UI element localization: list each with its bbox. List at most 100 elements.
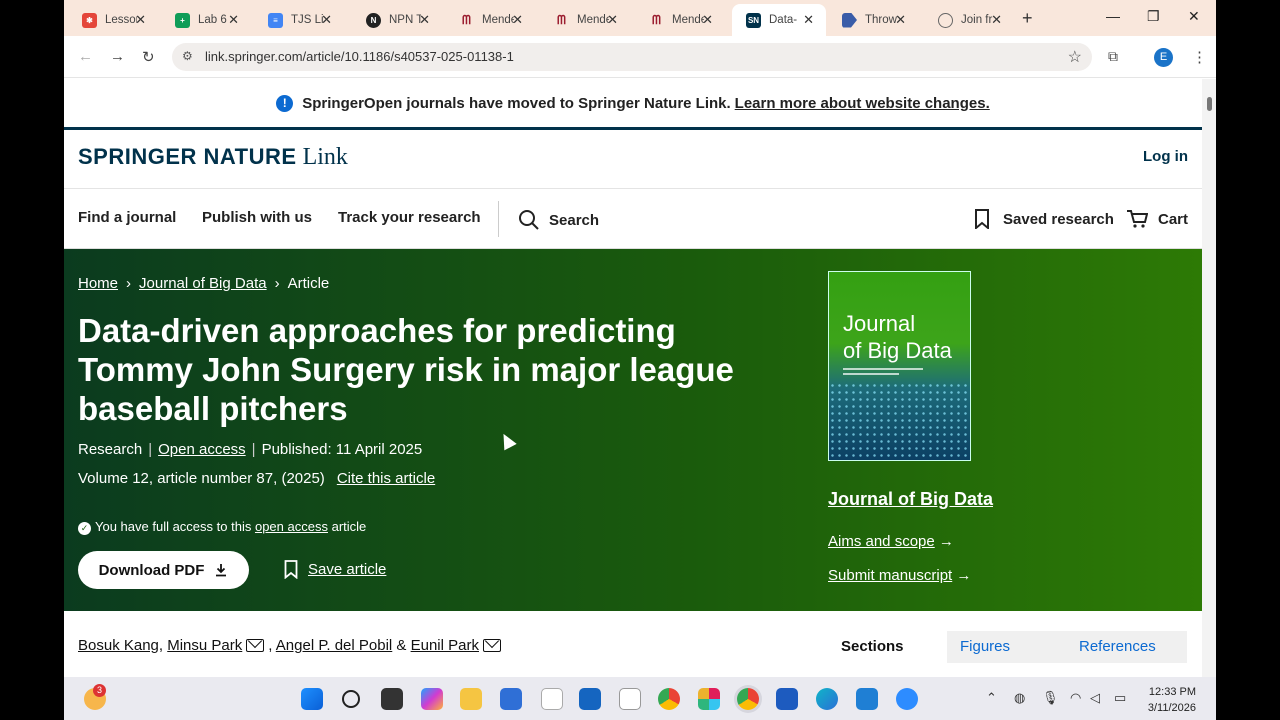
author-link[interactable]: Eunil Park (411, 637, 479, 654)
clock-time: 12:33 PM (1148, 686, 1196, 698)
system-clock[interactable]: 12:33 PM 3/11/2026 (1148, 684, 1196, 716)
whiteboard-icon[interactable] (619, 688, 641, 710)
windows-start-icon[interactable] (301, 688, 323, 710)
site-info-icon[interactable]: ⚙ (182, 49, 193, 63)
browser-tab[interactable]: ᗰ Mende ✕ (540, 6, 630, 34)
task-view-icon[interactable] (381, 688, 403, 710)
browser-tab[interactable]: N NPN T ✕ (352, 6, 442, 34)
access-note: ✓ You have full access to this open acces… (78, 519, 366, 535)
email-icon[interactable] (246, 639, 265, 652)
menu-kebab-icon[interactable]: ⋮ (1192, 48, 1207, 66)
windows-taskbar: 3 ⌃ ◍ 🎙 ◠ ◁ ▭ 12:33 PM 3/11/2026 (64, 677, 1216, 720)
access-link[interactable]: open access (255, 519, 328, 534)
url-text[interactable]: link.springer.com/article/10.1186/s40537… (205, 49, 514, 64)
close-tab-icon[interactable]: ✕ (991, 12, 1002, 28)
submit-manuscript-link[interactable]: Submit manuscript → (828, 567, 971, 584)
breadcrumb-home[interactable]: Home (78, 275, 118, 292)
word-icon[interactable] (776, 688, 798, 710)
breadcrumb-journal[interactable]: Journal of Big Data (139, 275, 267, 292)
mic-icon[interactable]: 🎙 (1042, 690, 1059, 706)
notepad-icon[interactable] (541, 688, 563, 710)
close-tab-icon[interactable]: ✕ (895, 12, 906, 28)
tab-figures[interactable]: Figures (947, 631, 1066, 663)
tab-favicon-icon: ᗰ (652, 12, 661, 27)
browser-tab[interactable]: ᗰ Mende ✕ (445, 6, 535, 34)
restore-button[interactable]: ❐ (1147, 8, 1160, 25)
browser-tab[interactable]: ≡ TJS Lis✕ (254, 6, 344, 34)
tab-favicon-icon (842, 12, 857, 28)
vscode-icon[interactable] (856, 688, 878, 710)
close-tab-icon[interactable]: ✕ (512, 12, 523, 28)
tab-title: Data- (769, 14, 798, 26)
outlook-icon[interactable] (579, 688, 601, 710)
tab-references[interactable]: References (1066, 631, 1185, 663)
journal-title-link[interactable]: Journal of Big Data (828, 489, 993, 510)
journal-cover-image[interactable]: Journal of Big Data (828, 271, 971, 461)
cast-icon[interactable]: ⧉ (1108, 48, 1118, 65)
browser-tab-active[interactable]: SN Data- ✕ (732, 4, 826, 36)
nav-search[interactable]: Search (518, 209, 599, 231)
new-tab-button[interactable]: + (1022, 8, 1033, 29)
zoom-icon[interactable] (896, 688, 918, 710)
close-tab-icon[interactable]: ✕ (228, 12, 239, 28)
slack-icon[interactable] (698, 688, 720, 710)
m365-icon[interactable] (421, 688, 443, 710)
nav-find-journal[interactable]: Find a journal (78, 209, 176, 226)
close-tab-icon[interactable]: ✕ (702, 12, 713, 28)
nav-publish[interactable]: Publish with us (202, 209, 312, 226)
notice-link[interactable]: Learn more about website changes. (735, 95, 990, 112)
scrollbar-thumb[interactable] (1207, 97, 1212, 111)
minimize-button[interactable]: — (1106, 8, 1120, 24)
close-tab-icon[interactable]: ✕ (607, 12, 618, 28)
close-window-button[interactable]: ✕ (1188, 8, 1200, 25)
tab-title: Join fr (961, 14, 993, 26)
aims-scope-link[interactable]: Aims and scope → (828, 533, 954, 550)
save-article-button[interactable]: Save article (284, 560, 386, 579)
section-tabs: Sections Figures References (828, 631, 1187, 663)
forward-icon[interactable]: → (110, 48, 125, 65)
tab-sections[interactable]: Sections (828, 631, 947, 663)
search-icon[interactable] (342, 690, 360, 708)
author-link[interactable]: Angel P. del Pobil (276, 637, 392, 654)
cart-icon (1127, 210, 1148, 228)
network-icon[interactable]: ◍ (1014, 690, 1025, 706)
volume-icon[interactable]: ◁ (1090, 690, 1100, 706)
browser-tab[interactable]: + Lab 6 ✕ (161, 6, 251, 34)
springer-nature-logo[interactable]: SPRINGER NATURE Link (78, 144, 348, 171)
cite-article-link[interactable]: Cite this article (337, 470, 435, 487)
close-tab-icon[interactable]: ✕ (803, 12, 814, 28)
reload-icon[interactable]: ↻ (142, 48, 155, 66)
author-link[interactable]: Bosuk Kang (78, 637, 159, 654)
wifi-icon[interactable]: ◠ (1070, 690, 1081, 706)
nav-saved-research[interactable]: Saved research (974, 209, 1114, 229)
nav-cart[interactable]: Cart (1126, 209, 1188, 229)
close-tab-icon[interactable]: ✕ (135, 12, 146, 28)
login-link[interactable]: Log in (1143, 148, 1188, 165)
address-bar[interactable]: ⚙ link.springer.com/article/10.1186/s405… (172, 43, 1092, 71)
chevron-up-icon[interactable]: ⌃ (986, 690, 997, 706)
open-access-link[interactable]: Open access (158, 441, 246, 458)
profile-avatar[interactable]: E (1154, 48, 1173, 67)
browser-tab[interactable]: ᗰ Mende ✕ (635, 6, 725, 34)
battery-icon[interactable]: ▭ (1114, 690, 1126, 706)
download-pdf-button[interactable]: Download PDF (78, 551, 249, 589)
back-icon[interactable]: ← (78, 48, 93, 65)
chevron-right-icon: › (126, 275, 132, 292)
close-tab-icon[interactable]: ✕ (419, 12, 430, 28)
chrome-active-icon[interactable] (737, 688, 759, 710)
file-explorer-icon[interactable] (460, 688, 482, 710)
page-scrollbar[interactable] (1202, 79, 1216, 677)
bookmark-star-icon[interactable]: ☆ (1068, 47, 1082, 67)
browser-tab[interactable]: Join fr ✕ (924, 6, 1014, 34)
nav-track-research[interactable]: Track your research (338, 209, 481, 226)
store-icon[interactable] (500, 688, 522, 710)
edge-icon[interactable] (816, 688, 838, 710)
browser-tab[interactable]: Throw ✕ (828, 6, 918, 34)
author-link[interactable]: Minsu Park (167, 637, 242, 654)
aims-label: Aims and scope (828, 533, 935, 550)
email-icon[interactable] (482, 639, 501, 652)
chrome-icon[interactable] (658, 688, 680, 710)
browser-tab[interactable]: ✱ Lessor ✕ (68, 6, 158, 34)
close-tab-icon[interactable]: ✕ (321, 12, 332, 28)
article-meta: Research | Open access | Published: 11 April… (78, 441, 423, 458)
